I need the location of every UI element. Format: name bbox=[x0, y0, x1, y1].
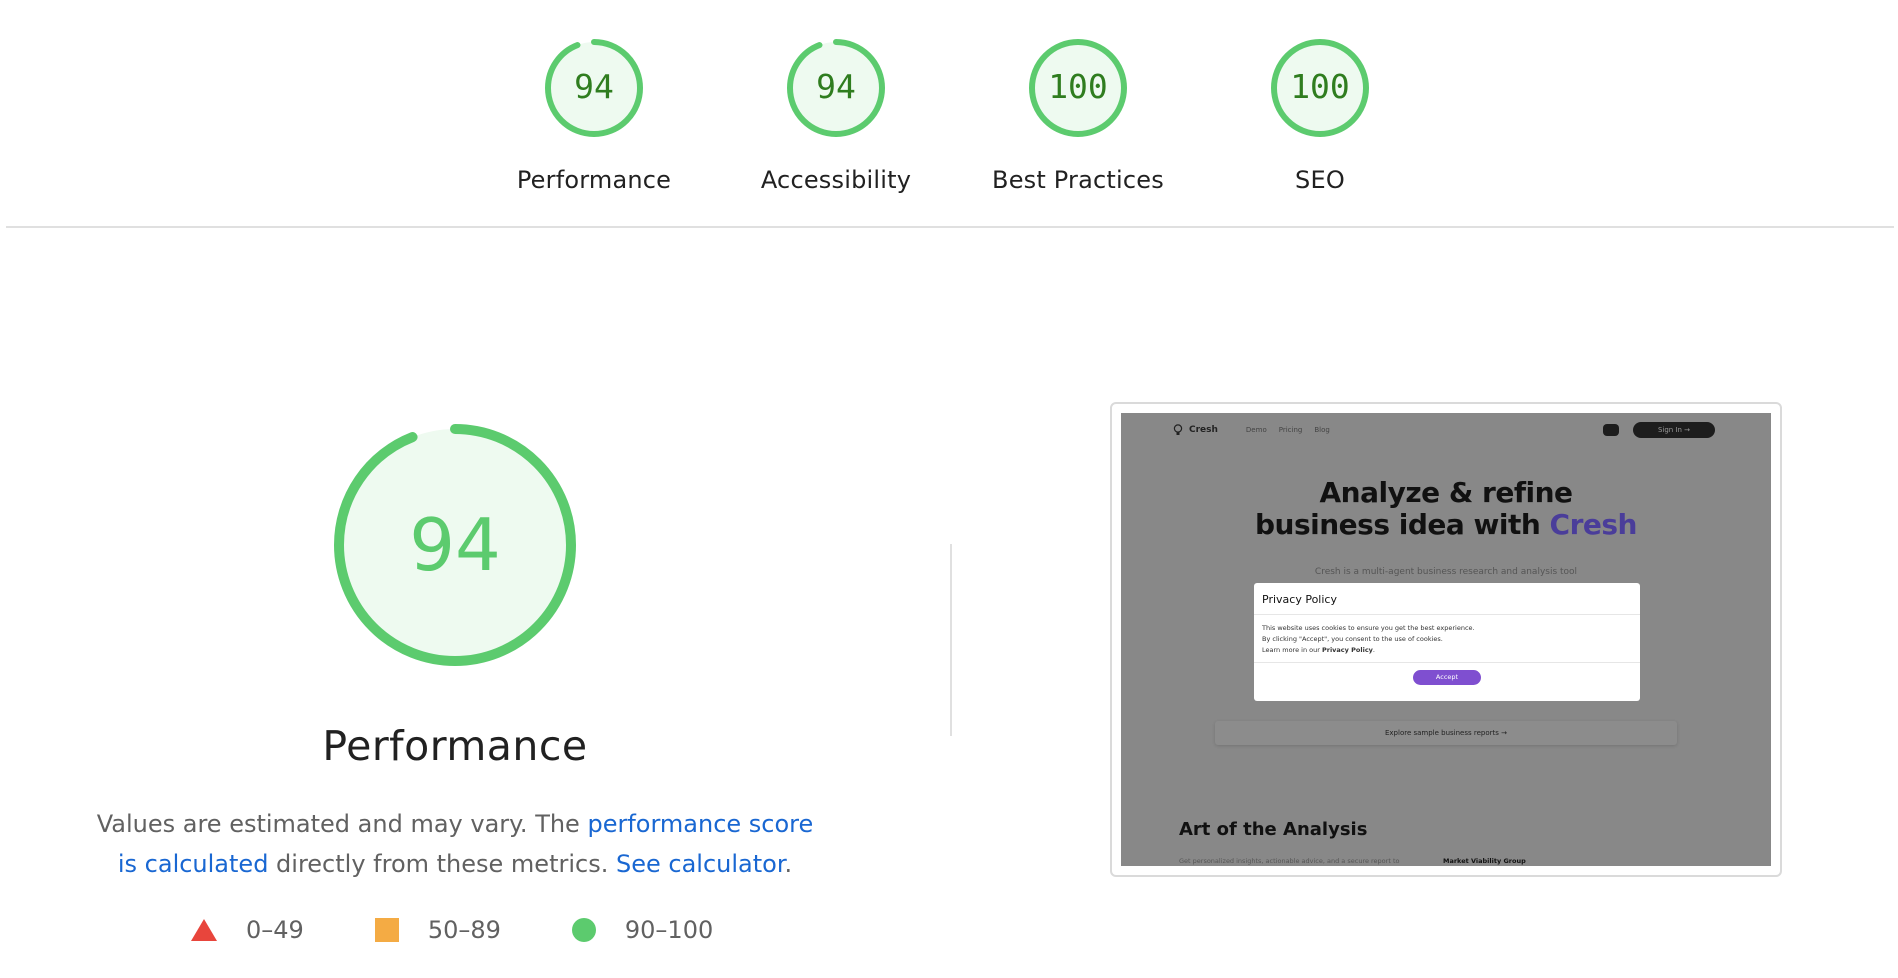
performance-summary: 94 Performance Values are estimated and … bbox=[60, 420, 850, 884]
gauge-label: SEO bbox=[1295, 166, 1345, 194]
thumb-nav-link: Demo bbox=[1245, 426, 1267, 434]
thumb-nav: Cresh Demo Pricing Blog Sign In → bbox=[1173, 421, 1715, 439]
gauge-label: Best Practices bbox=[992, 166, 1164, 194]
triangle-icon bbox=[191, 919, 217, 941]
thumb-nav-link: Pricing bbox=[1278, 426, 1303, 434]
modal-line: By clicking "Accept", you consent to the… bbox=[1262, 635, 1443, 643]
gauge-seo[interactable]: 100 SEO bbox=[1200, 36, 1440, 194]
hero-line-2: business idea with Cresh bbox=[1121, 509, 1771, 541]
thumb-privacy-modal: Privacy Policy This website uses cookies… bbox=[1254, 583, 1640, 701]
performance-score: 94 bbox=[409, 503, 501, 587]
gauge-ring: 100 bbox=[1271, 39, 1369, 137]
gauge-ring: 94 bbox=[545, 39, 643, 137]
final-screenshot: Cresh Demo Pricing Blog Sign In → Analyz… bbox=[1121, 413, 1771, 866]
performance-title: Performance bbox=[322, 722, 588, 770]
gauge-score: 94 bbox=[816, 67, 856, 106]
hero-brand: Cresh bbox=[1549, 508, 1638, 541]
see-calculator-link[interactable]: See calculator bbox=[616, 850, 785, 878]
category-gauges: 94 Performance 94 Accessibility 100 Best… bbox=[0, 0, 1898, 228]
gauge-accessibility[interactable]: 94 Accessibility bbox=[716, 36, 956, 194]
circle-icon bbox=[571, 918, 596, 942]
thumb-explore-button: Explore sample business reports → bbox=[1215, 721, 1677, 745]
hero-line-2-text: business idea with bbox=[1254, 508, 1550, 541]
thumb-art-title: Art of the Analysis bbox=[1179, 819, 1368, 840]
legend-average: 50–89 bbox=[374, 916, 501, 944]
thumb-art-tag: Market Viability Group bbox=[1443, 857, 1526, 865]
gauge-score: 94 bbox=[574, 67, 614, 106]
modal-title: Privacy Policy bbox=[1254, 583, 1640, 615]
thumb-nav-link: Blog bbox=[1314, 426, 1330, 434]
legend-pass: 90–100 bbox=[571, 916, 713, 944]
header-divider bbox=[6, 226, 1894, 228]
gauge-score: 100 bbox=[1290, 67, 1350, 106]
modal-link: Privacy Policy bbox=[1321, 646, 1373, 654]
gauge-score: 100 bbox=[1048, 67, 1108, 106]
legend-fail: 0–49 bbox=[190, 916, 304, 944]
hero-line-1: Analyze & refine bbox=[1319, 476, 1573, 509]
modal-body: This website uses cookies to ensure you … bbox=[1254, 615, 1640, 663]
gauge-label: Performance bbox=[516, 166, 672, 194]
thumb-art-sub: Get personalized insights, actionable ad… bbox=[1179, 857, 1400, 865]
square-icon bbox=[374, 918, 399, 942]
thumb-signin: Sign In → bbox=[1633, 422, 1715, 438]
legend-range: 50–89 bbox=[427, 916, 501, 944]
gauge-ring: 100 bbox=[1029, 39, 1127, 137]
performance-gauge: 94 bbox=[334, 424, 576, 666]
modal-line: This website uses cookies to ensure you … bbox=[1262, 624, 1475, 632]
bulb-icon bbox=[1173, 424, 1183, 435]
thumb-accept-button: Accept bbox=[1413, 670, 1481, 685]
modal-line-text: Learn more in our bbox=[1262, 646, 1322, 654]
legend-range: 90–100 bbox=[624, 916, 714, 944]
gauge-label: Accessibility bbox=[760, 166, 912, 194]
desc-middle: directly from these metrics. bbox=[268, 850, 616, 878]
gauge-ring: 94 bbox=[787, 39, 885, 137]
thumb-subtitle: Cresh is a multi-agent business research… bbox=[1314, 567, 1578, 577]
desc-prefix: Values are estimated and may vary. The bbox=[96, 810, 588, 838]
performance-description: Values are estimated and may vary. The p… bbox=[95, 804, 815, 884]
thumb-hero: Analyze & refine business idea with Cres… bbox=[1121, 477, 1771, 541]
score-legend: 0–49 50–89 90–100 bbox=[190, 916, 783, 944]
gauge-best-practices[interactable]: 100 Best Practices bbox=[958, 36, 1198, 194]
gauge-performance[interactable]: 94 Performance bbox=[474, 36, 714, 194]
legend-range: 0–49 bbox=[246, 916, 304, 944]
discord-icon bbox=[1603, 424, 1619, 436]
section-divider bbox=[950, 544, 952, 736]
desc-suffix: . bbox=[784, 850, 793, 878]
final-screenshot-frame[interactable]: Cresh Demo Pricing Blog Sign In → Analyz… bbox=[1110, 402, 1782, 877]
thumb-logo: Cresh bbox=[1189, 425, 1218, 435]
modal-line: Learn more in our Privacy Policy. bbox=[1262, 646, 1375, 654]
